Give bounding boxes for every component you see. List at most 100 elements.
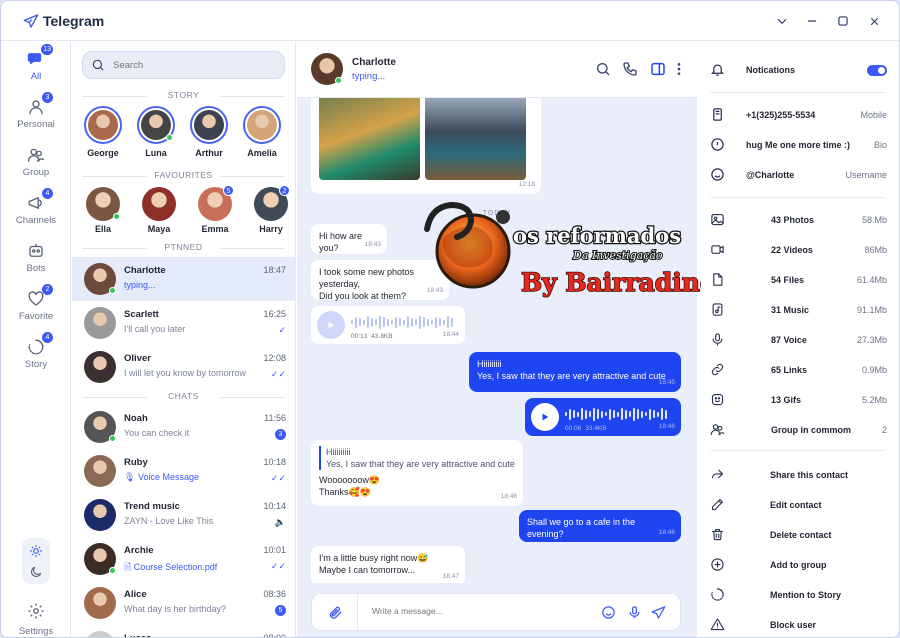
photo-message[interactable]: 12:18 (311, 98, 541, 194)
maximize-button[interactable] (832, 11, 854, 31)
favourite-item[interactable]: 2 Harry (248, 185, 294, 234)
mic-icon[interactable] (627, 605, 642, 620)
message-bubble[interactable]: I'm a little busy right now😅 Maybe I can… (311, 546, 465, 583)
favourite-name: Harry (259, 224, 283, 234)
media-row-mic[interactable]: 87 Voice 27.3Mb (698, 325, 899, 355)
close-icon (870, 17, 878, 25)
message-bubble[interactable]: Hi how are you? 18:43 (311, 224, 387, 254)
send-icon[interactable] (651, 605, 666, 620)
telegram-window: Telegram 13 All 3 Personal Group 4 Channels Bot… (0, 0, 900, 638)
media-row-video[interactable]: 22 Videos 86Mb (698, 235, 899, 265)
action-delete-contact[interactable]: Delete contact (698, 520, 899, 550)
media-row-photo[interactable]: 43 Photos 58.Mb (698, 205, 899, 235)
chat-row[interactable]: Ruby 🎙 Voice Message 10:18 ✓✓ (72, 449, 295, 493)
folder-all[interactable]: 13 All (1, 44, 71, 96)
chat-row[interactable]: Oliver I will let you know by tomorrow 12:… (72, 345, 295, 389)
chat-name: Archie (124, 545, 154, 556)
search-icon[interactable] (595, 61, 611, 77)
story-item[interactable]: George (80, 106, 126, 158)
sidebar-toggle-icon[interactable] (650, 61, 666, 77)
chat-row[interactable]: Alice What day is her birthday? 08:36 5 (72, 581, 295, 625)
chat-row[interactable]: Charlotte typing... 18:47 (72, 257, 295, 301)
message-bubble[interactable]: Hiiiiiiiii Yes, I saw that they are very… (469, 352, 681, 392)
action-edit-contact[interactable]: Edit contact (698, 490, 899, 520)
attach-icon[interactable] (328, 605, 343, 620)
notifications-toggle[interactable] (867, 65, 887, 76)
chat-meta: 3 (275, 429, 286, 440)
unread-badge: 2 (42, 284, 53, 295)
story-name: Luna (145, 148, 167, 158)
media-row-music[interactable]: 31 Music 91.1Mb (698, 295, 899, 325)
action-add-to-group[interactable]: Add to group (698, 550, 899, 580)
message-input[interactable] (372, 606, 592, 616)
action-label: Add to group (770, 560, 827, 570)
waveform-bar (435, 316, 437, 328)
waveform (351, 315, 455, 329)
play-button[interactable] (317, 311, 345, 339)
message-bubble[interactable]: Shall we go to a cafe in the evening? 18:… (519, 510, 681, 542)
close-button[interactable] (863, 11, 885, 31)
chat-row[interactable]: Archie 🗎 Course Selection.pdf 10:01 ✓✓ (72, 537, 295, 581)
folder-personal[interactable]: 3 Personal (1, 92, 71, 144)
waveform-bar (351, 320, 353, 324)
username-row[interactable]: @Charlotte Username (698, 160, 899, 190)
media-row-file[interactable]: 54 Files 61.4Mb (698, 265, 899, 295)
theme-switcher[interactable] (22, 538, 50, 584)
media-row-gif[interactable]: 13 Gifs 5.2Mb (698, 385, 899, 415)
contact-avatar[interactable] (311, 53, 343, 85)
gif-icon (711, 393, 724, 406)
action-mention-to-story[interactable]: Mention to Story (698, 580, 899, 610)
contact-name[interactable]: Charlotte (352, 57, 396, 68)
favourite-item[interactable]: Maya (136, 187, 182, 234)
phone-icon[interactable] (622, 61, 638, 77)
story-item[interactable]: Luna (133, 106, 179, 158)
action-share-this-contact[interactable]: Share this contact (698, 460, 899, 490)
voice-message[interactable]: 00:06 33.4KB 18:46 (525, 398, 681, 436)
media-size: 91.1Mb (856, 305, 887, 315)
search-input[interactable] (113, 59, 263, 71)
message-bubble[interactable]: Hiiiiiiiii Yes, I saw that they are very … (311, 440, 523, 506)
story-item[interactable]: Arthur (186, 106, 232, 158)
read-status-icon: ✓✓ (270, 561, 286, 571)
dropdown-button[interactable] (771, 11, 793, 31)
phone-row[interactable]: +1(325)255-5534 Mobile (698, 100, 899, 130)
favourite-item[interactable]: 5 Emma (192, 185, 238, 234)
file-icon: 🗎 (124, 562, 134, 572)
folder-story[interactable]: 4 Story (1, 332, 71, 384)
chat-row[interactable]: Scarlett I'll call you later 16:25 ✓ (72, 301, 295, 345)
media-size: 61.4Mb (856, 275, 887, 285)
action-block-user[interactable]: Block user (698, 610, 899, 637)
moon-icon[interactable] (29, 565, 43, 579)
chat-row[interactable]: Noah You can check it 11:56 3 (72, 405, 295, 449)
photo-thumbnail[interactable] (319, 98, 420, 180)
message-list: 12:18 TODAY Hi how are you? 18:43 I took s… (297, 98, 697, 583)
chat-time: 10:18 (263, 457, 286, 467)
favourite-item[interactable]: Ella (80, 187, 126, 234)
chat-row[interactable]: Trend music ZAYN - Love Like This 10:14 🔈 (72, 493, 295, 537)
chat-time: 18:47 (263, 265, 286, 275)
chat-row[interactable]: Lucas 08:00 (72, 625, 295, 637)
voice-message[interactable]: 00:13 43.8KB 18:44 (311, 306, 465, 344)
reply-quote[interactable]: Hiiiiiiiii Yes, I saw that they are very … (319, 446, 515, 470)
sun-icon[interactable] (29, 544, 43, 558)
folder-group[interactable]: Group (1, 146, 71, 192)
photo-thumbnail[interactable] (425, 98, 526, 180)
emoji-icon[interactable] (601, 605, 616, 620)
folder-channels[interactable]: 4 Channels (1, 188, 71, 240)
message-bubble[interactable]: I took some new photos yesterday, Did yo… (311, 260, 449, 301)
avatar (137, 106, 175, 144)
settings-button[interactable]: Settings (1, 602, 71, 637)
folder-label: Personal (17, 119, 55, 130)
play-button[interactable] (531, 403, 559, 431)
minimize-button[interactable] (801, 11, 823, 31)
more-vertical-icon[interactable] (671, 61, 687, 77)
bio-row[interactable]: hug Me one more time :) Bio (698, 130, 899, 160)
folder-favorite[interactable]: 2 Favorite (1, 284, 71, 336)
story-item[interactable]: Amelia (239, 106, 285, 158)
waveform-bar (665, 409, 667, 419)
folder-bots[interactable]: Bots (1, 242, 71, 288)
waveform-bar (367, 316, 369, 328)
media-row-link[interactable]: 65 Links 0.9Mb (698, 355, 899, 385)
search-box[interactable] (82, 51, 285, 79)
media-row-group[interactable]: Group in commom 2 (698, 415, 899, 445)
